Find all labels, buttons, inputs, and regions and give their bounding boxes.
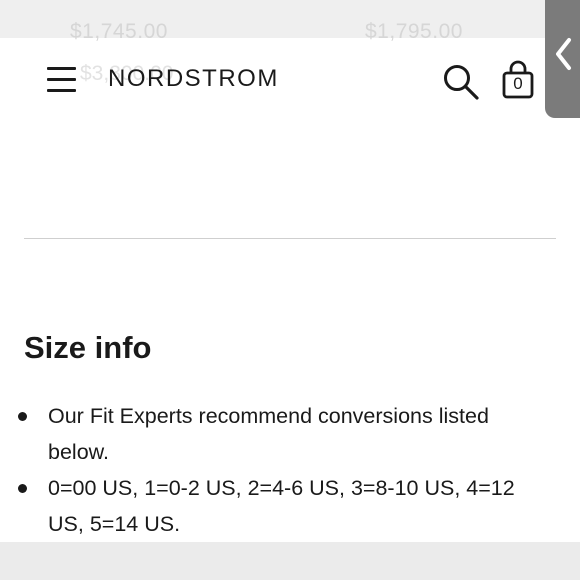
shopping-bag-button[interactable]: 0 [500, 60, 536, 100]
bottom-faded-strip [0, 542, 580, 580]
bag-count-badge: 0 [513, 74, 523, 93]
size-info-list: Our Fit Experts recommend conversions li… [0, 398, 580, 542]
bullet-dot-icon [18, 412, 27, 421]
search-icon[interactable] [441, 62, 481, 102]
list-item: Our Fit Experts recommend conversions li… [0, 398, 538, 470]
list-item-text: 0=00 US, 1=0-2 US, 2=4-6 US, 3=8-10 US, … [48, 476, 515, 536]
bullet-dot-icon [18, 484, 27, 493]
list-item: 0=00 US, 1=0-2 US, 2=4-6 US, 3=8-10 US, … [0, 470, 538, 542]
page: $1,745.00 $1,795.00 $3,300.00 NORDSTROM … [0, 0, 580, 580]
ghost-price-right: $1,795.00 [365, 20, 463, 43]
ghost-price-left: $1,745.00 [70, 20, 168, 43]
chevron-left-icon [556, 38, 571, 70]
hamburger-menu-icon[interactable] [47, 66, 77, 94]
section-divider [24, 238, 556, 239]
side-collapse-tab[interactable] [545, 0, 580, 118]
list-item-text: Our Fit Experts recommend conversions li… [48, 404, 489, 464]
nordstrom-logo[interactable]: NORDSTROM [108, 65, 279, 93]
size-info-heading: Size info [24, 330, 152, 365]
